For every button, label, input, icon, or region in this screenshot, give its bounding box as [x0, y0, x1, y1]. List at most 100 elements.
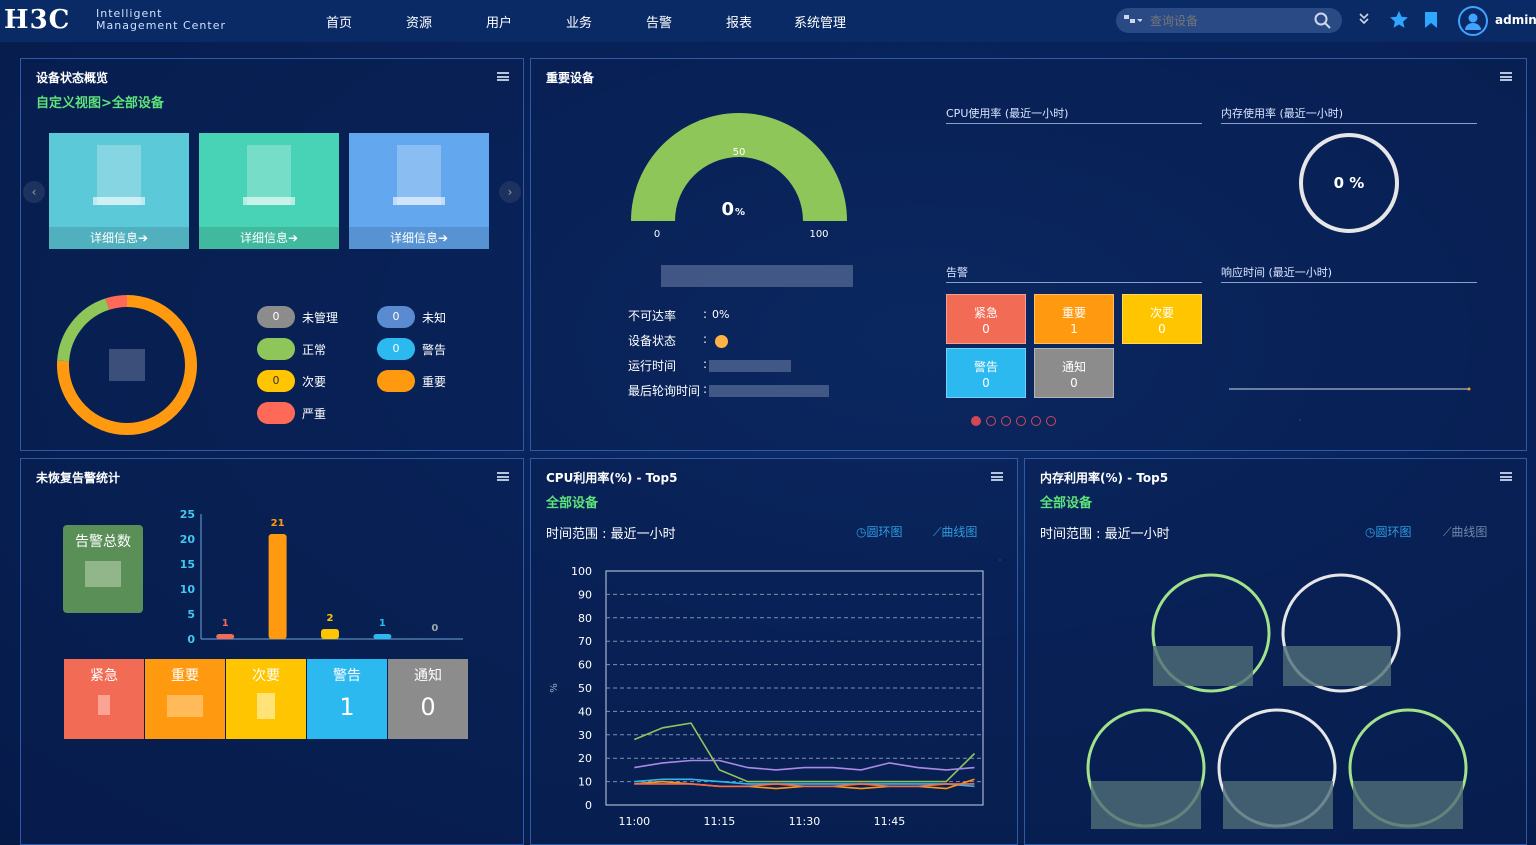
alarm-tile-minor[interactable]: 次要 0	[1122, 294, 1202, 344]
panel-menu-icon[interactable]	[497, 472, 509, 481]
memory-ring	[1281, 573, 1401, 693]
device-card[interactable]: 详细信息➔	[49, 133, 189, 249]
nav-home[interactable]: 首页	[326, 12, 352, 31]
top-bar: H3C Intelligent Management Center 首页 资源 …	[0, 0, 1536, 42]
detail-link[interactable]: 详细信息➔	[199, 227, 339, 249]
device-name-mosaic	[661, 265, 853, 287]
chevron-double-down-icon[interactable]	[1358, 12, 1370, 26]
h3c-logo[interactable]: H3C	[4, 5, 70, 35]
legend-label-major: 重要	[422, 375, 447, 389]
device-image	[397, 145, 441, 205]
alarm-tile-minor[interactable]: 次要	[226, 659, 306, 739]
panel-title: 重要设备	[546, 71, 595, 85]
nav-services[interactable]: 业务	[566, 12, 592, 31]
alarm-tile-label: 重要	[171, 668, 199, 684]
field-label: 最后轮询时间	[628, 384, 701, 398]
y-tick-label: 80	[578, 612, 592, 625]
nav-alarms[interactable]: 告警	[646, 12, 672, 31]
y-tick-label: 0	[187, 633, 195, 646]
search-icon[interactable]	[1314, 12, 1332, 30]
device-image	[247, 145, 291, 205]
alarm-tile-label: 通知	[414, 668, 442, 684]
alarm-total-box: 告警总数	[63, 525, 143, 613]
field-label: 运行时间	[628, 359, 677, 373]
legend-pill-minor[interactable]: 0	[257, 370, 295, 392]
username[interactable]: admin	[1495, 13, 1536, 27]
pager-dot[interactable]	[1016, 416, 1026, 426]
view-path-link[interactable]: 自定义视图>全部设备	[36, 92, 164, 111]
legend-pill-unknown[interactable]: 0	[377, 306, 415, 328]
carousel-next-icon[interactable]: ›	[499, 181, 521, 203]
star-icon[interactable]	[1389, 10, 1409, 30]
pager-dot[interactable]	[1031, 416, 1041, 426]
field-separator: :	[703, 332, 708, 346]
legend-pill-critical[interactable]	[257, 402, 295, 424]
panel-menu-icon[interactable]	[1500, 72, 1512, 81]
legend-pill-warning[interactable]: 0	[377, 338, 415, 360]
ring-view-toggle[interactable]: ◷圆环图	[856, 523, 903, 540]
device-name-placeholder	[93, 197, 145, 205]
alarm-tile-critical[interactable]: 紧急 0	[946, 294, 1026, 344]
carousel-prev-icon[interactable]: ‹	[23, 181, 45, 203]
nav-resources[interactable]: 资源	[406, 12, 432, 31]
detail-link[interactable]: 详细信息➔	[49, 227, 189, 249]
alarm-tile-major[interactable]: 重要 1	[1034, 294, 1114, 344]
device-card[interactable]: 详细信息➔	[199, 133, 339, 249]
device-name-placeholder	[243, 197, 295, 205]
panel-menu-icon[interactable]	[1500, 472, 1512, 481]
alarm-tile-mosaic	[98, 695, 110, 715]
user-icon	[1465, 13, 1481, 30]
alarm-tile-warning[interactable]: 警告 1	[307, 659, 387, 739]
nav-system[interactable]: 系统管理	[794, 12, 846, 31]
search-type-icon[interactable]	[1124, 14, 1142, 26]
panel-title: 设备状态概览	[36, 71, 109, 85]
legend-pill-unmanaged[interactable]: 0	[257, 306, 295, 328]
line-view-toggle[interactable]: ⟋曲线图	[933, 523, 977, 540]
pager-dot[interactable]	[971, 416, 981, 426]
clock-icon: ◷	[856, 525, 867, 539]
alarm-tile-notice[interactable]: 通知 0	[1034, 348, 1114, 398]
response-time-sparkline	[1229, 387, 1471, 391]
ring-view-label: 圆环图	[866, 525, 903, 539]
user-avatar[interactable]	[1458, 6, 1488, 36]
panel-menu-icon[interactable]	[497, 72, 509, 81]
nav-reports[interactable]: 报表	[726, 12, 752, 31]
y-tick-label: 40	[578, 705, 592, 718]
alarm-tile-critical[interactable]: 紧急	[64, 659, 144, 739]
bar-value-label: 2	[327, 613, 334, 624]
legend-pill-normal[interactable]	[257, 338, 295, 360]
y-tick-label: 10	[180, 583, 196, 596]
unrecovered-alarms-panel: 未恢复告警统计 告警总数 0 5 10 15 20 25 1 21 2 1 0 紧急 重要 次要 警…	[20, 458, 524, 845]
bar-value-label: 21	[271, 518, 285, 529]
pager-dot[interactable]	[1001, 416, 1011, 426]
nav-users[interactable]: 用户	[486, 12, 512, 31]
y-tick-label: 50	[578, 682, 592, 695]
ring-view-toggle[interactable]: ◷圆环图	[1365, 523, 1412, 540]
pager-dot[interactable]	[986, 416, 996, 426]
alarm-tile-value: 0	[420, 693, 436, 721]
panel-menu-icon[interactable]	[991, 472, 1003, 481]
pager-dot[interactable]	[1046, 416, 1056, 426]
alarm-tile-warning[interactable]: 警告 0	[946, 348, 1026, 398]
legend-pill-major[interactable]	[377, 370, 415, 392]
y-tick-label: 100	[571, 565, 592, 578]
gauge-value: 0	[721, 199, 734, 220]
field-label: 不可达率	[628, 309, 677, 323]
scope-link[interactable]: 全部设备	[546, 492, 598, 511]
alarm-title: 告警	[946, 264, 1202, 283]
line-view-toggle[interactable]: ⟋曲线图	[1443, 523, 1487, 540]
device-status-donut	[57, 295, 197, 435]
alarm-tile-major[interactable]: 重要	[145, 659, 225, 739]
detail-link[interactable]: 详细信息➔	[349, 227, 489, 249]
bookmark-icon[interactable]	[1424, 11, 1438, 29]
scope-link[interactable]: 全部设备	[1040, 492, 1092, 511]
device-card[interactable]: 详细信息➔	[349, 133, 489, 249]
device-name-placeholder	[393, 197, 445, 205]
alarm-tile-label: 次要	[1149, 306, 1174, 320]
gauge-unit: %	[735, 207, 745, 218]
bar	[373, 634, 392, 639]
alarm-tile-notice[interactable]: 通知 0	[388, 659, 468, 739]
alarm-tile-value: 1	[339, 693, 355, 721]
memory-ring	[1217, 708, 1337, 829]
search-input[interactable]	[1150, 8, 1310, 33]
